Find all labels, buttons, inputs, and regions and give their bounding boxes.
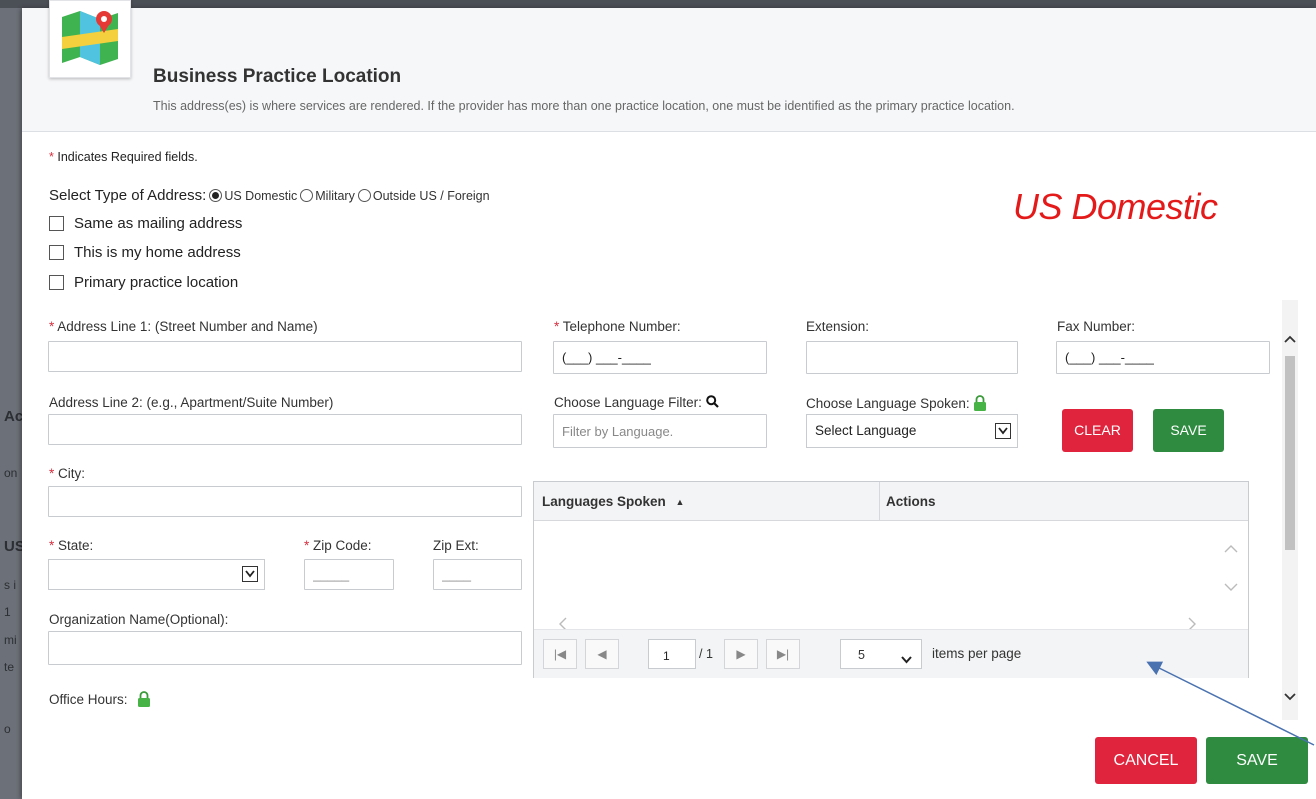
language-filter-input[interactable] <box>553 414 767 448</box>
page-number-input[interactable]: 1 <box>648 639 696 669</box>
background-text-fragment: on <box>4 466 18 480</box>
checkbox-box[interactable] <box>49 216 64 231</box>
previous-page-button[interactable]: ◀ <box>585 639 619 669</box>
state-select[interactable] <box>48 559 265 590</box>
clear-button[interactable]: CLEAR <box>1062 409 1133 452</box>
background-left-edge <box>0 0 22 799</box>
background-text-fragment: te <box>4 660 15 674</box>
last-page-button[interactable]: ▶| <box>766 639 800 669</box>
language-select-value: Select Language <box>815 423 917 438</box>
radio-label-outside-us[interactable]: Outside US / Foreign <box>373 189 490 203</box>
checkbox-home-address[interactable]: This is my home address <box>49 244 241 261</box>
telephone-label: * Telephone Number: <box>554 319 681 334</box>
scroll-up-icon[interactable] <box>1284 330 1296 348</box>
required-note-text: Indicates Required fields. <box>53 150 198 164</box>
first-page-button[interactable]: |◀ <box>543 639 577 669</box>
sort-ascending-icon[interactable]: ▲ <box>676 497 685 507</box>
lock-icon[interactable] <box>973 395 987 414</box>
column-languages-spoken[interactable]: Languages Spoken ▲ <box>542 494 684 509</box>
column-actions: Actions <box>886 494 936 509</box>
checkbox-label[interactable]: This is my home address <box>74 244 241 261</box>
organization-name-label: Organization Name(Optional): <box>49 612 229 627</box>
city-input[interactable] <box>48 486 522 517</box>
modal-header: Business Practice Location This address(… <box>22 0 1316 132</box>
background-text-fragment: Ac <box>4 408 24 425</box>
address-line-1-input[interactable] <box>48 341 522 372</box>
radio-outside-us[interactable] <box>357 189 371 202</box>
chevron-down-icon[interactable] <box>242 566 258 582</box>
zip-ext-label: Zip Ext: <box>433 538 479 553</box>
background-text-fragment: o <box>4 722 11 736</box>
checkbox-same-as-mailing[interactable]: Same as mailing address <box>49 215 242 232</box>
address-line-1-label: * Address Line 1: (Street Number and Nam… <box>49 319 318 334</box>
radio-us-domestic[interactable] <box>209 189 223 202</box>
grid-header: Languages Spoken ▲ Actions <box>534 482 1248 521</box>
language-spoken-label: Choose Language Spoken: <box>806 395 987 414</box>
column-divider <box>879 482 880 520</box>
modal-title: Business Practice Location <box>153 66 402 87</box>
modal-subtitle: This address(es) is where services are r… <box>153 99 1015 113</box>
checkbox-box[interactable] <box>49 245 64 260</box>
zip-code-input[interactable] <box>304 559 394 590</box>
save-language-button[interactable]: SAVE <box>1153 409 1224 452</box>
search-icon[interactable] <box>705 395 719 411</box>
annotation-us-domestic: US Domestic <box>1013 186 1218 227</box>
fax-input[interactable]: (___) ___-____ <box>1056 341 1270 374</box>
business-practice-location-modal: Business Practice Location This address(… <box>22 0 1316 799</box>
modal-scrollbar[interactable] <box>1282 300 1298 720</box>
radio-label-military[interactable]: Military <box>315 189 355 203</box>
address-type-group: Select Type of Address: US Domestic Mili… <box>49 187 490 204</box>
required-fields-note: * Indicates Required fields. <box>49 150 198 164</box>
address-line-2-label: Address Line 2: (e.g., Apartment/Suite N… <box>49 395 334 410</box>
chevron-down-icon[interactable] <box>901 651 912 669</box>
fax-label: Fax Number: <box>1057 319 1136 334</box>
language-filter-label: Choose Language Filter: <box>554 395 719 411</box>
office-hours-label: Office Hours: <box>49 692 128 708</box>
background-text-fragment: 1 <box>4 605 11 619</box>
checkbox-primary-location[interactable]: Primary practice location <box>49 274 238 291</box>
scroll-up-icon[interactable] <box>1224 540 1238 556</box>
items-per-page-label: items per page <box>932 646 1022 661</box>
cancel-button[interactable]: CANCEL <box>1095 737 1197 784</box>
checkbox-box[interactable] <box>49 275 64 290</box>
chevron-down-icon[interactable] <box>995 423 1011 439</box>
grid-pager: |◀ ◀ 1 / 1 ▶ ▶| 5 items per page <box>534 629 1248 678</box>
languages-grid: Languages Spoken ▲ Actions |◀ ◀ 1 / 1 ▶ … <box>533 481 1249 678</box>
map-icon <box>49 0 131 78</box>
next-page-button[interactable]: ▶ <box>724 639 758 669</box>
scroll-down-icon[interactable] <box>1224 579 1238 595</box>
checkbox-label[interactable]: Same as mailing address <box>74 215 242 232</box>
background-text-fragment: s i <box>4 578 16 592</box>
zip-code-label: * Zip Code: <box>304 538 372 553</box>
page-size-value: 5 <box>858 648 865 662</box>
page-size-select[interactable]: 5 <box>840 639 922 669</box>
save-button[interactable]: SAVE <box>1206 737 1308 784</box>
office-hours-row: Office Hours: <box>49 691 151 710</box>
telephone-input[interactable]: (___) ___-____ <box>553 341 767 374</box>
zip-ext-input[interactable] <box>433 559 522 590</box>
background-top-bar <box>0 0 1316 8</box>
lock-icon[interactable] <box>137 691 151 710</box>
organization-name-input[interactable] <box>48 631 522 665</box>
radio-military[interactable] <box>300 189 314 202</box>
page-total: / 1 <box>699 647 713 661</box>
extension-label: Extension: <box>806 319 870 334</box>
address-type-label: Select Type of Address: <box>49 187 207 204</box>
background-text-fragment: mi <box>4 633 17 647</box>
scrollbar-thumb[interactable] <box>1285 356 1295 550</box>
address-line-2-input[interactable] <box>48 414 522 445</box>
scroll-down-icon[interactable] <box>1284 688 1296 706</box>
city-label: * City: <box>49 466 86 481</box>
state-label: * State: <box>49 538 94 553</box>
radio-label-us-domestic[interactable]: US Domestic <box>224 189 297 203</box>
extension-input[interactable] <box>806 341 1018 374</box>
checkbox-label[interactable]: Primary practice location <box>74 274 238 291</box>
language-select[interactable]: Select Language <box>806 414 1018 448</box>
